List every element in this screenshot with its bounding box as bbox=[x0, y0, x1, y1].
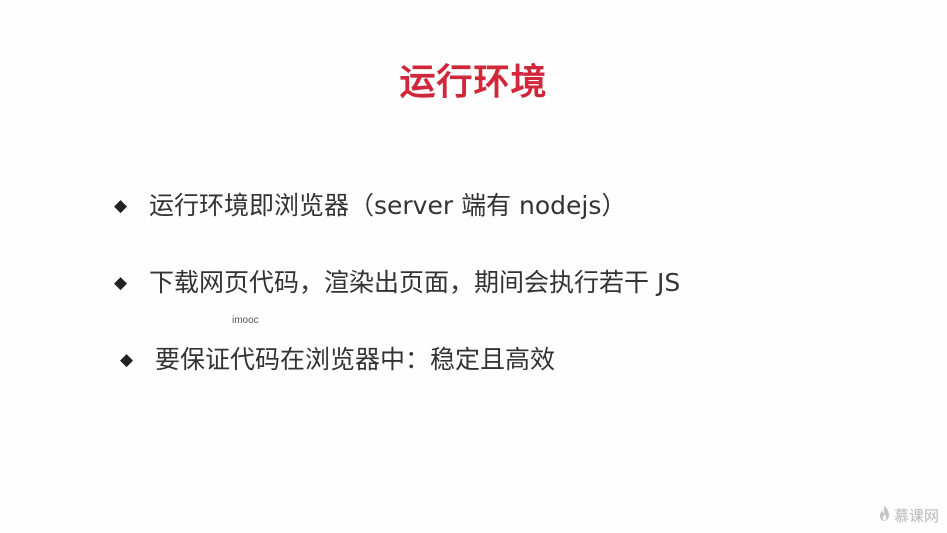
slide-title: 运行环境 bbox=[399, 62, 548, 103]
bullet-text: 下载网页代码，渲染出页面，期间会执行若干 JS bbox=[149, 268, 681, 297]
flame-icon bbox=[878, 504, 891, 526]
logo-text: 慕课网 bbox=[893, 506, 939, 525]
bullet-text: 要保证代码在浏览器中：稳定且高效 bbox=[155, 345, 556, 374]
slide: 运行环境 ◆ 运行环境即浏览器（server 端有 nodejs） ◆ 下载网页代码… bbox=[0, 0, 947, 533]
bullet-item: ◆ 要保证代码在浏览器中：稳定且高效 bbox=[120, 340, 555, 380]
bullet-item: ◆ 下载网页代码，渲染出页面，期间会执行若干 JS bbox=[114, 263, 680, 303]
diamond-bullet-icon: ◆ bbox=[114, 273, 128, 293]
bullet-item: ◆ 运行环境即浏览器（server 端有 nodejs） bbox=[114, 186, 626, 226]
watermark: imooc bbox=[232, 315, 259, 326]
site-logo: 慕课网 bbox=[878, 503, 939, 527]
diamond-bullet-icon: ◆ bbox=[114, 196, 128, 216]
diamond-bullet-icon: ◆ bbox=[120, 350, 134, 370]
bullet-text: 运行环境即浏览器（server 端有 nodejs） bbox=[149, 191, 627, 220]
